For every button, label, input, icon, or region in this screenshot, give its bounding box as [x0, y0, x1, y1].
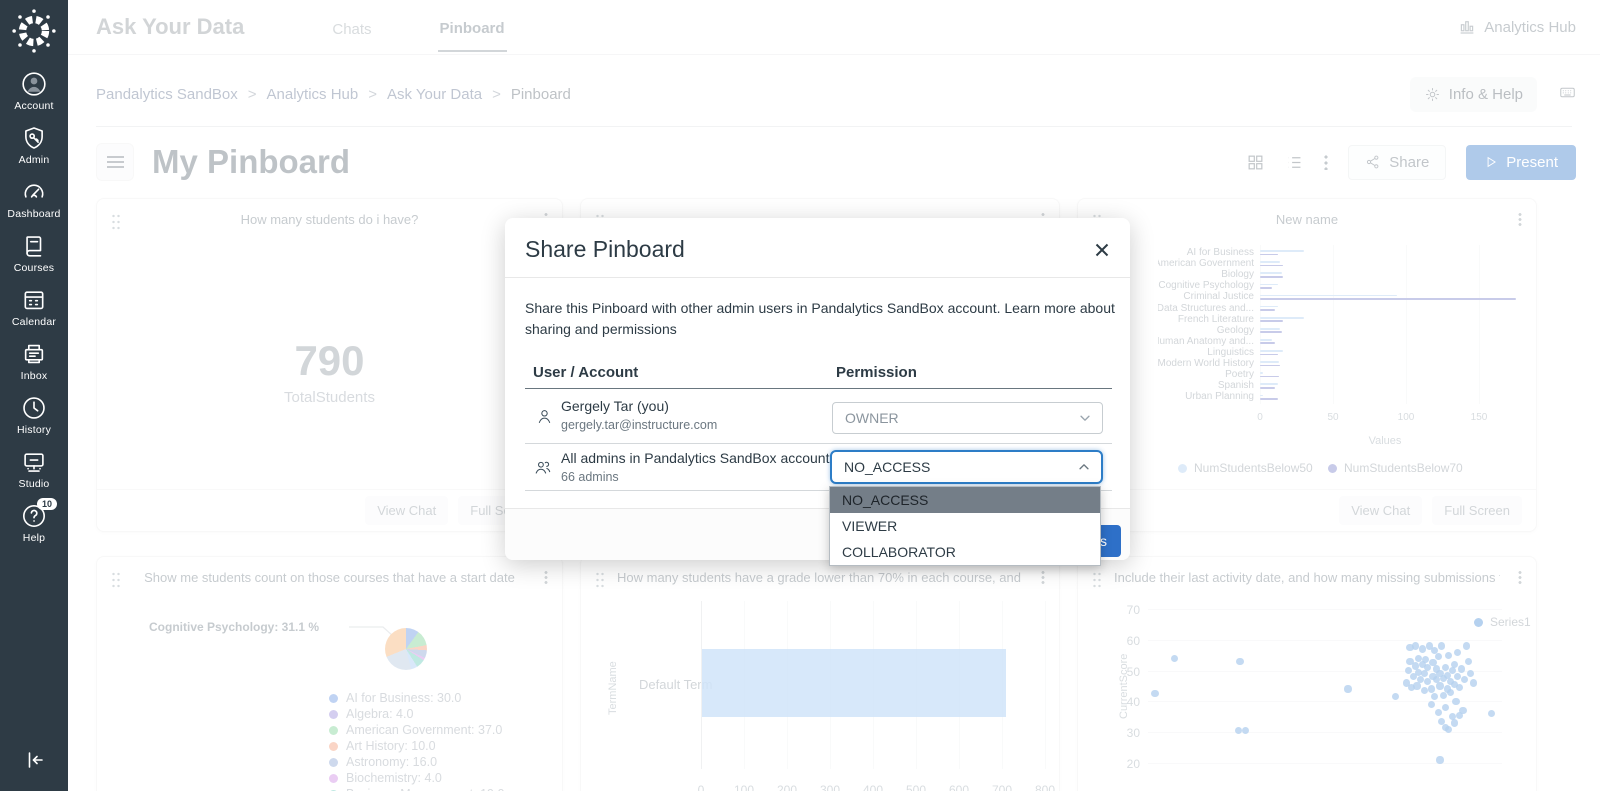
- help-badge: 10: [37, 498, 57, 510]
- sidebar-item-help[interactable]: 10 Help: [7, 496, 60, 550]
- table-header-underline: [525, 388, 1112, 389]
- group-detail: 66 admins: [561, 470, 619, 484]
- sidebar-nav: Account Admin Dashboard Courses Calendar Inbo…: [7, 64, 60, 550]
- help-icon: 10: [21, 503, 47, 529]
- chevron-down-icon: [1078, 411, 1092, 425]
- sidebar-item-account[interactable]: Account: [7, 64, 60, 118]
- permission-option-collaborator[interactable]: COLLABORATOR: [830, 539, 1100, 565]
- sidebar-item-label: Account: [14, 100, 53, 112]
- sidebar-item-label: History: [17, 424, 51, 436]
- sidebar-item-label: Calendar: [12, 316, 56, 328]
- modal-title: Share Pinboard: [525, 236, 685, 263]
- user-name: Gergely Tar (you): [561, 398, 669, 414]
- sidebar-item-inbox[interactable]: Inbox: [7, 334, 60, 388]
- admin-icon: [21, 125, 47, 151]
- chevron-up-icon: [1077, 460, 1091, 474]
- calendar-icon: [21, 287, 47, 313]
- permission-select-owner[interactable]: OWNER: [832, 402, 1103, 434]
- modal-header: Share Pinboard: [505, 218, 1130, 278]
- group-icon: [533, 458, 552, 477]
- selected-permission: OWNER: [845, 410, 899, 426]
- sidebar-item-courses[interactable]: Courses: [7, 226, 60, 280]
- sidebar-item-label: Admin: [19, 154, 50, 166]
- canvas-logo-icon[interactable]: [11, 8, 57, 54]
- collapse-sidebar-icon[interactable]: [22, 748, 46, 777]
- sidebar-item-history[interactable]: History: [7, 388, 60, 442]
- sidebar-item-admin[interactable]: Admin: [7, 118, 60, 172]
- sidebar-item-calendar[interactable]: Calendar: [7, 280, 60, 334]
- sidebar-item-label: Courses: [14, 262, 55, 274]
- sidebar-item-label: Help: [23, 532, 45, 544]
- user-email: gergely.tar@instructure.com: [561, 418, 717, 432]
- selected-permission: NO_ACCESS: [844, 459, 930, 475]
- sidebar-item-label: Dashboard: [7, 208, 60, 220]
- courses-icon: [21, 233, 47, 259]
- inbox-icon: [21, 341, 47, 367]
- sidebar-item-dashboard[interactable]: Dashboard: [7, 172, 60, 226]
- row-divider: [525, 443, 1112, 444]
- sidebar-item-label: Studio: [19, 478, 50, 490]
- permission-dropdown-menu: NO_ACCESSVIEWERCOLLABORATOR: [829, 486, 1101, 566]
- close-icon[interactable]: [1094, 242, 1110, 258]
- history-icon: [21, 395, 47, 421]
- permission-option-viewer[interactable]: VIEWER: [830, 513, 1100, 539]
- modal-description: Share this Pinboard with other admin use…: [525, 298, 1117, 340]
- column-header-user: User / Account: [533, 364, 638, 381]
- permission-select-focused[interactable]: NO_ACCESS: [830, 450, 1103, 484]
- group-name: All admins in Pandalytics SandBox accoun…: [561, 450, 829, 466]
- studio-icon: [21, 449, 47, 475]
- user-icon: [535, 407, 554, 426]
- dashboard-icon: [21, 179, 47, 205]
- sidebar-item-studio[interactable]: Studio: [7, 442, 60, 496]
- global-nav-sidebar: Account Admin Dashboard Courses Calendar Inbo…: [0, 0, 68, 791]
- sidebar-item-label: Inbox: [21, 370, 48, 382]
- app-root: Account Admin Dashboard Courses Calendar Inbo…: [0, 0, 1600, 791]
- permission-option-no_access[interactable]: NO_ACCESS: [830, 487, 1100, 513]
- account-icon: [21, 71, 47, 97]
- column-header-permission: Permission: [836, 364, 917, 381]
